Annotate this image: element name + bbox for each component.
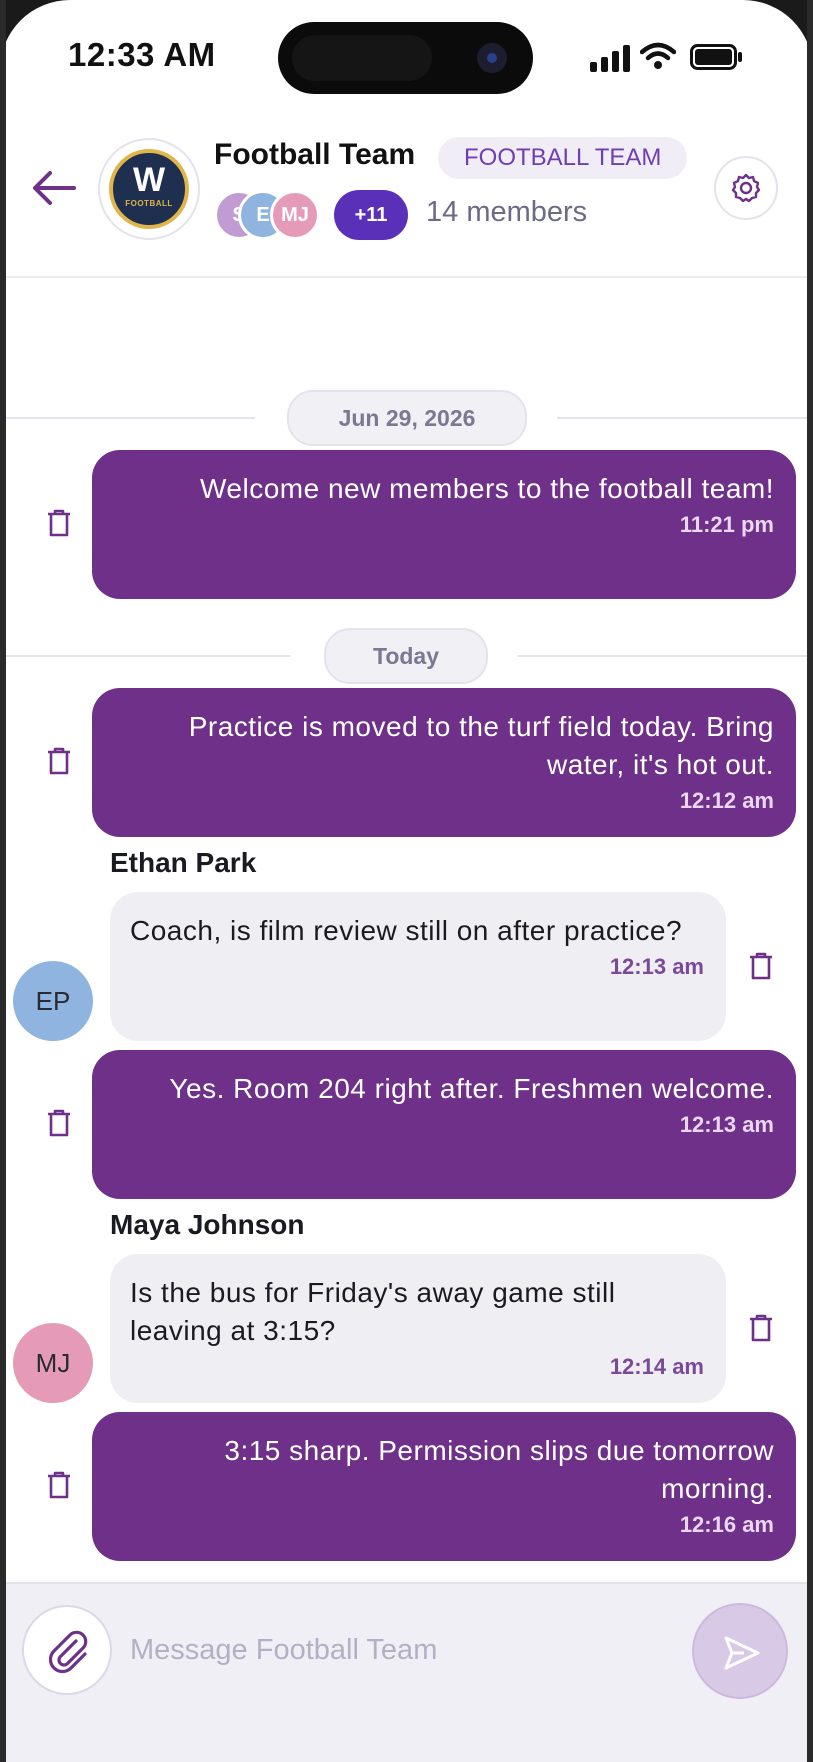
- message-bubble-outgoing[interactable]: 3:15 sharp. Permission slips due tomorro…: [92, 1412, 796, 1561]
- attach-button[interactable]: [22, 1605, 112, 1695]
- message-bubble-incoming[interactable]: Is the bus for Friday's away game still …: [110, 1254, 726, 1403]
- message-text: Is the bus for Friday's away game still …: [130, 1277, 616, 1346]
- message-text: Welcome new members to the football team…: [199, 473, 774, 504]
- member-avatar: MJ: [270, 190, 320, 240]
- date-label: Jun 29, 2026: [287, 390, 527, 446]
- more-members-badge[interactable]: +11: [334, 190, 408, 240]
- camera-icon: [477, 43, 507, 73]
- back-button[interactable]: [30, 168, 80, 208]
- member-count[interactable]: 14 members: [426, 196, 587, 229]
- date-label: Today: [324, 628, 488, 684]
- message-time: 11:21 pm: [679, 512, 774, 537]
- message-text: 3:15 sharp. Permission slips due tomorro…: [224, 1435, 774, 1504]
- message-time: 12:13 am: [679, 1112, 774, 1137]
- message-bubble-outgoing[interactable]: Welcome new members to the football team…: [92, 450, 796, 599]
- trash-icon[interactable]: [44, 1108, 74, 1138]
- wifi-icon: [640, 42, 676, 69]
- send-icon: [724, 1636, 760, 1670]
- date-divider: Today: [0, 628, 813, 684]
- message-input[interactable]: [130, 1620, 670, 1680]
- chat-header: W FOOTBALL Football Team FOOTBALL TEAM S…: [0, 118, 813, 278]
- trash-icon[interactable]: [44, 1470, 74, 1500]
- sender-name: Maya Johnson: [110, 1209, 305, 1240]
- message-bubble-incoming[interactable]: Coach, is film review still on after pra…: [110, 892, 726, 1041]
- phone-screen: 12:33 AM W FOOTBALL Football Team FOOTBA…: [0, 0, 813, 1762]
- paperclip-icon: [48, 1630, 88, 1674]
- message-text: Yes. Room 204 right after. Freshmen welc…: [169, 1073, 774, 1104]
- send-button[interactable]: [692, 1603, 788, 1699]
- group-name: Football Team: [214, 138, 416, 171]
- status-time: 12:33 AM: [68, 36, 216, 73]
- message-time: 12:13 am: [609, 954, 704, 979]
- message-bubble-outgoing[interactable]: Practice is moved to the turf field toda…: [92, 688, 796, 837]
- message-time: 12:14 am: [609, 1354, 704, 1379]
- message-text: Practice is moved to the turf field toda…: [188, 711, 774, 780]
- message-bubble-outgoing[interactable]: Yes. Room 204 right after. Freshmen welc…: [92, 1050, 796, 1199]
- back-arrow-icon: [33, 171, 76, 205]
- dynamic-island: [278, 22, 533, 94]
- gear-icon: [731, 173, 761, 203]
- avatar[interactable]: EP: [13, 961, 93, 1041]
- trash-icon[interactable]: [746, 951, 776, 981]
- trash-icon[interactable]: [746, 1313, 776, 1343]
- settings-button[interactable]: [714, 156, 778, 220]
- trash-icon[interactable]: [44, 508, 74, 538]
- team-logo: W FOOTBALL: [109, 149, 189, 229]
- status-icons: [588, 42, 758, 72]
- message-composer: [0, 1582, 813, 1762]
- message-time: 12:16 am: [679, 1512, 774, 1537]
- group-avatar[interactable]: W FOOTBALL: [98, 138, 200, 240]
- battery-icon: [690, 44, 742, 70]
- date-divider: Jun 29, 2026: [0, 390, 813, 446]
- sender-name: Ethan Park: [110, 847, 257, 878]
- message-time: 12:12 am: [679, 788, 774, 813]
- avatar[interactable]: MJ: [13, 1323, 93, 1403]
- group-tag-badge: FOOTBALL TEAM: [438, 137, 688, 179]
- message-text: Coach, is film review still on after pra…: [130, 915, 683, 946]
- trash-icon[interactable]: [44, 746, 74, 776]
